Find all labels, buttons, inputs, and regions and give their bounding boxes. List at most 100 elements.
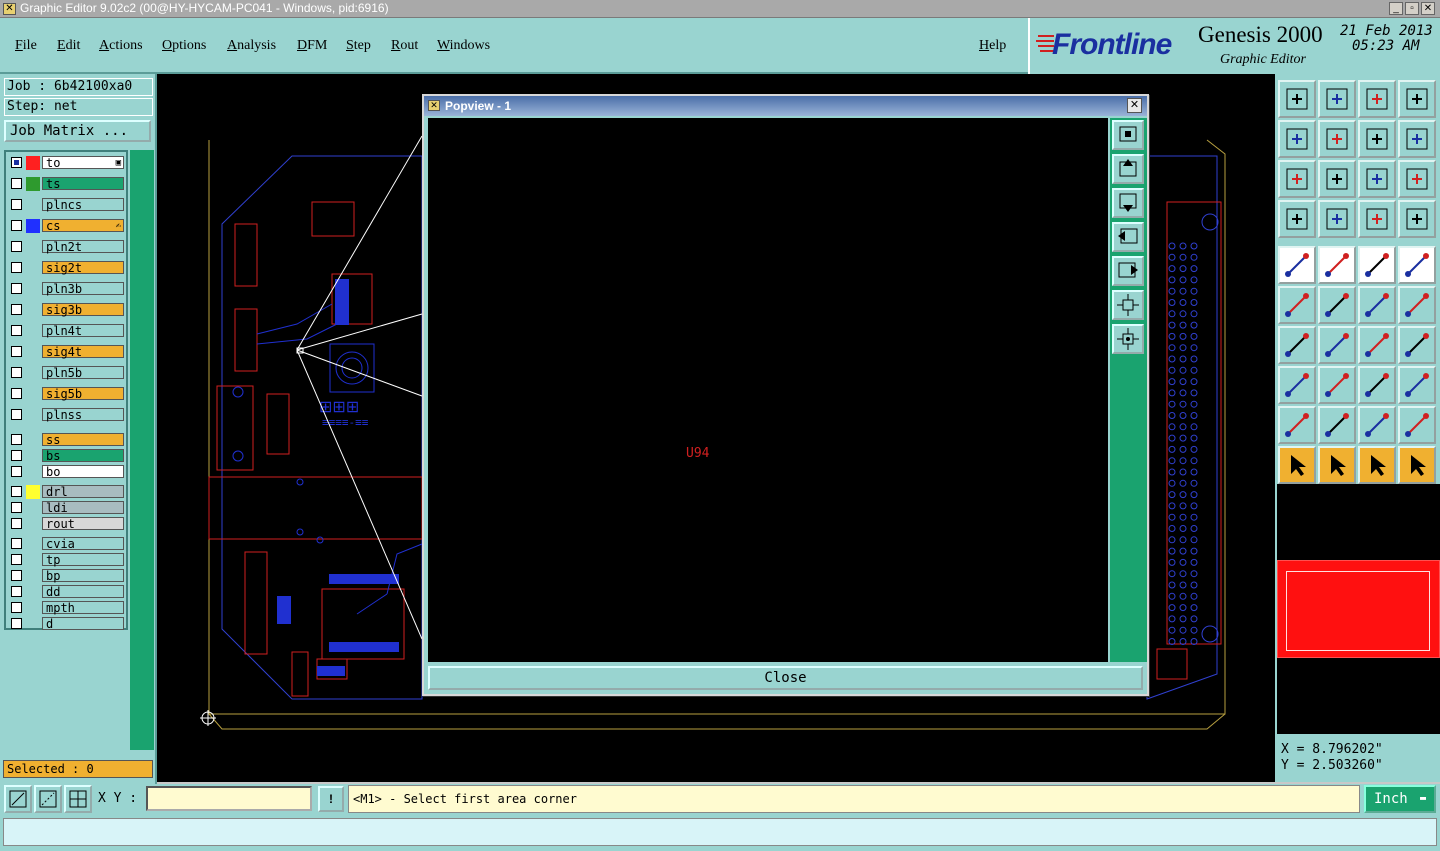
zoom-out-icon[interactable] — [1318, 160, 1356, 198]
arc-icon[interactable] — [1358, 326, 1396, 364]
resize-icon[interactable] — [1318, 366, 1356, 404]
layer-name[interactable]: ldi — [42, 501, 124, 514]
layer-name[interactable]: drl — [42, 485, 124, 498]
menu-edit[interactable]: Edit — [57, 38, 80, 54]
menu-analysis[interactable]: Analysis — [227, 38, 276, 54]
layer-row-bo[interactable]: bo — [8, 465, 126, 479]
add-line-icon[interactable] — [1318, 246, 1356, 284]
layer-checkbox[interactable] — [11, 346, 22, 357]
popview-zoom-out-button[interactable] — [1112, 290, 1144, 320]
layer-checkbox[interactable] — [11, 450, 22, 461]
layer-name[interactable]: bs — [42, 449, 124, 462]
pan-right-icon[interactable] — [1318, 120, 1356, 158]
overview-map[interactable] — [1277, 484, 1440, 734]
polygon-fill-icon[interactable] — [1318, 406, 1356, 444]
layer-name[interactable]: pln2t — [42, 240, 124, 253]
layer-name[interactable]: pln4t — [42, 324, 124, 337]
popview-canvas[interactable]: U94 — [428, 118, 1108, 662]
split-view-icon[interactable] — [1398, 80, 1436, 118]
alert-icon[interactable]: ! — [318, 786, 344, 812]
menu-step[interactable]: Step — [346, 38, 371, 54]
layer-name[interactable]: plncs — [42, 198, 124, 211]
layer-row-drl[interactable]: drl — [8, 485, 126, 499]
snap-icon[interactable] — [1358, 200, 1396, 238]
layer-name[interactable]: ss — [42, 433, 124, 446]
layer-checkbox[interactable] — [11, 502, 22, 513]
point-icon[interactable] — [1278, 366, 1316, 404]
layer-checkbox[interactable] — [11, 570, 22, 581]
select-box-icon[interactable] — [1318, 446, 1356, 484]
layer-checkbox[interactable] — [11, 538, 22, 549]
menu-dfm[interactable]: DFM — [297, 38, 327, 54]
connect-icon[interactable] — [1358, 286, 1396, 324]
layer-row-plncs[interactable]: plncs — [8, 198, 126, 212]
layer-name[interactable]: dd — [42, 585, 124, 598]
layer-row-sig4t[interactable]: sig4t — [8, 345, 126, 359]
pan-up-icon[interactable] — [1278, 80, 1316, 118]
dimension-icon[interactable] — [1358, 366, 1396, 404]
layer-row-pln2t[interactable]: pln2t — [8, 240, 126, 254]
layer-name[interactable]: d — [42, 617, 124, 630]
layer-checkbox[interactable] — [11, 178, 22, 189]
popview-zoom-in-button[interactable] — [1112, 324, 1144, 354]
layer-checkbox[interactable] — [11, 262, 22, 273]
layer-checkbox[interactable] — [11, 199, 22, 210]
menu-options[interactable]: Options — [162, 38, 206, 54]
select-arrow-icon[interactable] — [1278, 446, 1316, 484]
layer-checkbox[interactable] — [11, 409, 22, 420]
popview-pan-left-button[interactable] — [1112, 222, 1144, 252]
layer-row-ts[interactable]: ts — [8, 177, 126, 191]
snap-off-icon[interactable] — [1398, 200, 1436, 238]
layer-checkbox[interactable] — [11, 486, 22, 497]
layer-checkbox[interactable] — [11, 518, 22, 529]
layer-checkbox[interactable] — [11, 434, 22, 445]
layer-row-sig2t[interactable]: sig2t — [8, 261, 126, 275]
layer-row-plnss[interactable]: plnss — [8, 408, 126, 422]
select-frame-icon[interactable] — [1358, 446, 1396, 484]
layer-name[interactable]: mpth — [42, 601, 124, 614]
layer-name[interactable]: pln3b — [42, 282, 124, 295]
layer-row-sig3b[interactable]: sig3b — [8, 303, 126, 317]
select-pad-icon[interactable] — [1278, 246, 1316, 284]
layer-name[interactable]: to ▣ — [42, 156, 124, 169]
menu-file[interactable]: File — [15, 38, 37, 54]
grid-icon[interactable] — [1318, 200, 1356, 238]
layer-name[interactable]: rout — [42, 517, 124, 530]
layer-checkbox[interactable] — [11, 586, 22, 597]
layer-name[interactable]: bp — [42, 569, 124, 582]
scale-1to1-icon[interactable] — [1358, 160, 1396, 198]
draw-line-icon[interactable] — [1318, 326, 1356, 364]
zoom-in-icon[interactable] — [1278, 160, 1316, 198]
pan-down-icon[interactable] — [1318, 80, 1356, 118]
units-select[interactable]: Inch ▬ — [1364, 785, 1436, 813]
layer-checkbox[interactable] — [11, 554, 22, 565]
layer-checkbox[interactable] — [11, 618, 22, 629]
move-icon[interactable] — [1398, 286, 1436, 324]
menu-actions[interactable]: Actions — [99, 38, 143, 54]
layer-checkbox[interactable] — [11, 157, 22, 168]
layer-row-pln5b[interactable]: pln5b — [8, 366, 126, 380]
layer-name[interactable]: sig4t — [42, 345, 124, 358]
copy-icon[interactable] — [1398, 366, 1436, 404]
layer-checkbox[interactable] — [11, 220, 22, 231]
job-matrix-button[interactable]: Job Matrix ... — [4, 120, 151, 142]
layer-name[interactable]: sig2t — [42, 261, 124, 274]
menu-windows[interactable]: Windows — [437, 38, 490, 54]
layer-checkbox[interactable] — [11, 283, 22, 294]
minimize-button[interactable]: _ — [1389, 2, 1403, 15]
menu-help[interactable]: Help — [979, 38, 1006, 54]
layer-row-bs[interactable]: bs — [8, 449, 126, 463]
popview-pan-right-button[interactable] — [1112, 256, 1144, 286]
layer-row-cs[interactable]: cs ✍ — [8, 219, 126, 233]
layer-row-sig5b[interactable]: sig5b — [8, 387, 126, 401]
redraw-icon[interactable] — [1398, 120, 1436, 158]
ruler-icon[interactable] — [1358, 246, 1396, 284]
zoom-fit-icon[interactable] — [4, 785, 32, 813]
layer-row-ss[interactable]: ss — [8, 433, 126, 447]
layer-row-pln3b[interactable]: pln3b — [8, 282, 126, 296]
undo-view-icon[interactable] — [1358, 120, 1396, 158]
layer-name[interactable]: sig5b — [42, 387, 124, 400]
layer-row-d[interactable]: d — [8, 617, 126, 631]
layer-name[interactable]: sig3b — [42, 303, 124, 316]
layer-checkbox[interactable] — [11, 304, 22, 315]
